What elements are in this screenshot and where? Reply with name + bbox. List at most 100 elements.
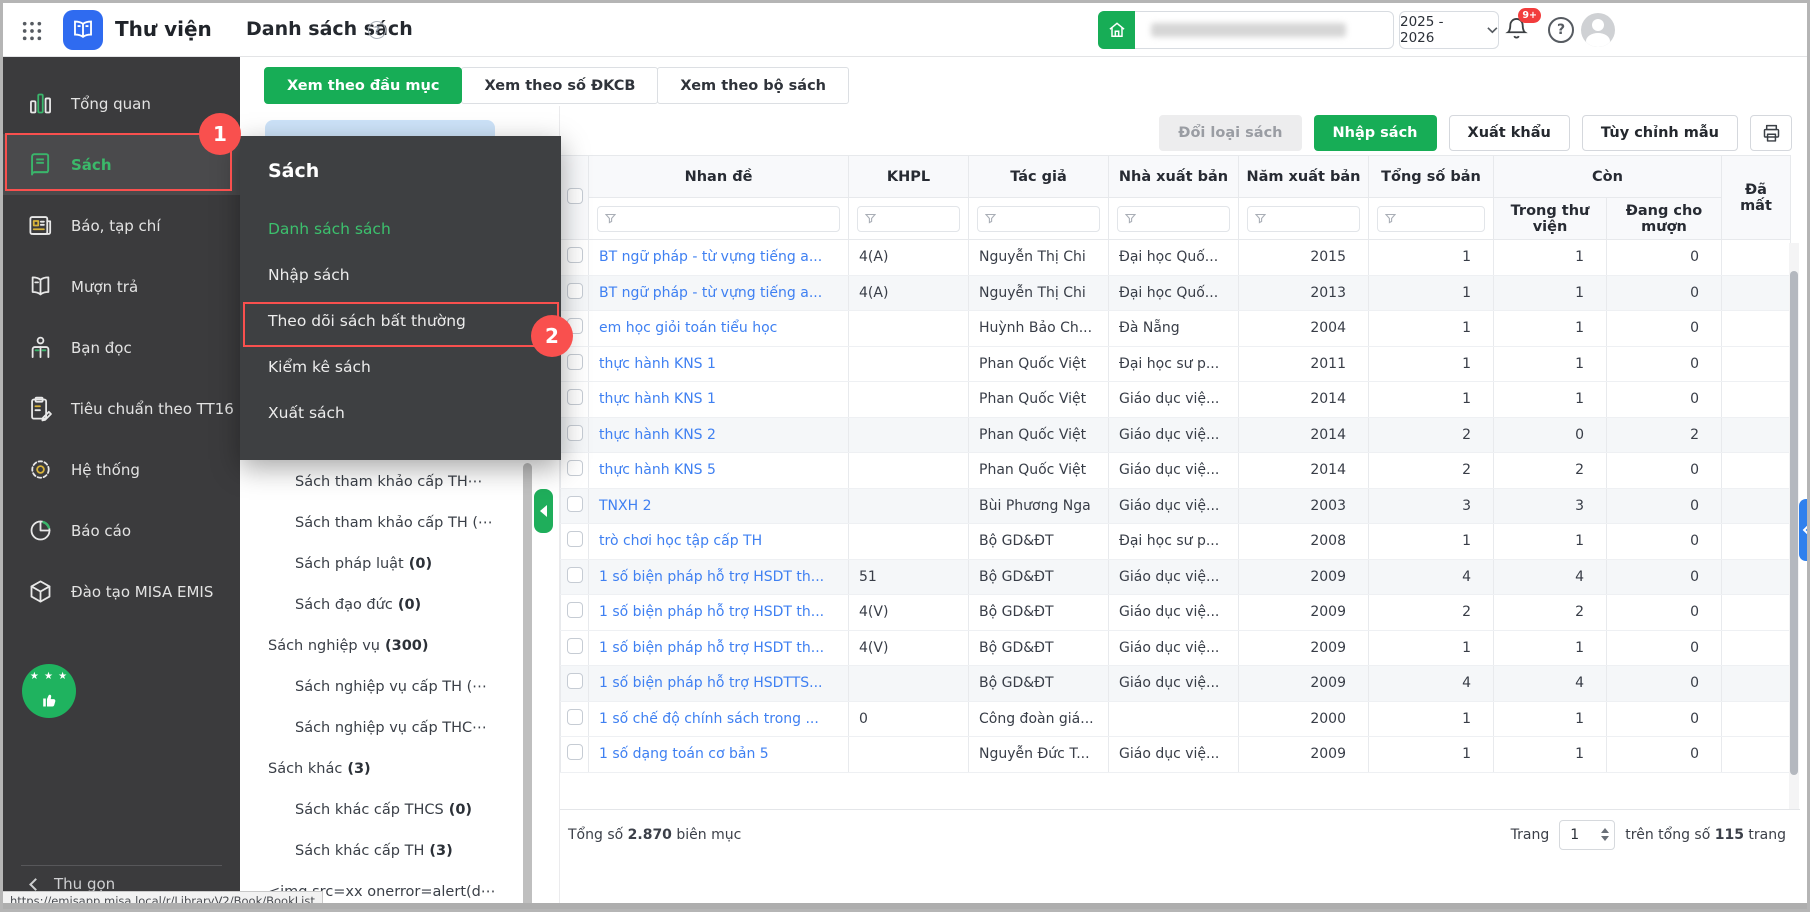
filter-input-year[interactable]	[1247, 205, 1360, 232]
tree-item-sach-khac[interactable]: Sách khác (3)	[240, 748, 545, 789]
book-title-link[interactable]: thực hành KNS 2	[599, 427, 716, 443]
xuat-khau-button[interactable]: Xuất khẩu	[1448, 115, 1570, 151]
tab-dau-muc[interactable]: Xem theo đầu mục	[264, 67, 463, 104]
tree-scrollbar[interactable]	[523, 463, 532, 909]
tree-collapse-handle[interactable]	[534, 489, 553, 533]
library-app-logo-icon[interactable]	[63, 10, 103, 50]
tree-item-nv-cap-th[interactable]: Sách nghiệp vụ cấp TH (⋯	[240, 666, 545, 707]
book-title-link[interactable]: TNXH 2	[599, 498, 652, 514]
book-title-link[interactable]: 1 số biện pháp hỗ trợ HSDT th...	[599, 604, 824, 620]
filter-input-author[interactable]	[977, 205, 1100, 232]
column-header-total[interactable]: Tổng số bản	[1368, 155, 1494, 198]
sidebar-item-ban-doc[interactable]: Bạn đọc	[3, 317, 240, 378]
tree-item-nghiep-vu[interactable]: Sách nghiệp vụ (300)	[240, 625, 545, 666]
popup-item-nhap-sach[interactable]: Nhập sách	[240, 252, 561, 298]
funnel-icon	[985, 213, 996, 224]
book-title-link[interactable]: BT ngữ pháp - từ vựng tiếng a...	[599, 249, 822, 265]
school-selector[interactable]	[1098, 10, 1394, 49]
step-up-icon[interactable]	[1601, 828, 1610, 833]
tree-item-nv-cap-thc[interactable]: Sách nghiệp vụ cấp THC⋯	[240, 707, 545, 748]
author-cell: Phan Quốc Việt	[968, 346, 1109, 382]
row-select-cell	[560, 381, 589, 418]
notifications-bell-icon[interactable]: 9+	[1503, 8, 1541, 45]
row-checkbox[interactable]	[566, 602, 583, 619]
book-title-link[interactable]: 1 số dạng toán cơ bản 5	[599, 746, 769, 762]
column-header-khpl[interactable]: KHPL	[848, 155, 969, 198]
help-icon[interactable]: ?	[1548, 17, 1574, 43]
book-title-link[interactable]: 1 số chế độ chính sách trong ...	[599, 711, 819, 727]
column-header-in-library[interactable]: Trong thư viện	[1493, 197, 1607, 240]
sidebar-item-dao-tao[interactable]: Đào tạo MISA EMIS	[3, 561, 240, 622]
row-checkbox[interactable]	[566, 353, 583, 370]
tuy-chinh-mau-button[interactable]: Tùy chỉnh mẫu	[1581, 115, 1738, 151]
row-checkbox[interactable]	[566, 531, 583, 548]
table-scrollbar[interactable]	[1789, 243, 1799, 809]
sidebar-item-bao-cao[interactable]: Báo cáo	[3, 500, 240, 561]
tree-item-dao-duc[interactable]: Sách đạo đức (0)	[240, 584, 545, 625]
row-checkbox[interactable]	[566, 673, 583, 690]
user-avatar[interactable]	[1581, 13, 1615, 47]
book-title-link[interactable]: 1 số biện pháp hỗ trợ HSDT th...	[599, 569, 824, 585]
school-name-redacted	[1151, 23, 1346, 37]
sidebar-item-tieu-chuan-tt16[interactable]: Tiêu chuẩn theo TT16	[3, 378, 240, 439]
school-year-dropdown[interactable]: 2025 - 2026	[1399, 11, 1499, 49]
row-checkbox[interactable]	[566, 282, 583, 299]
row-checkbox[interactable]	[566, 744, 583, 761]
row-checkbox[interactable]	[566, 460, 583, 477]
tab-so-dkcb[interactable]: Xem theo số ĐKCB	[461, 67, 659, 104]
step-down-icon[interactable]	[1601, 836, 1610, 841]
sidebar-item-he-thong[interactable]: Hệ thống	[3, 439, 240, 500]
column-header-borrowing[interactable]: Đang cho mượn	[1606, 197, 1722, 240]
sidebar-item-bao-tap-chi[interactable]: Báo, tạp chí	[3, 195, 240, 256]
right-panel-collapse-handle[interactable]	[1799, 499, 1807, 561]
tab-bo-sach[interactable]: Xem theo bộ sách	[657, 67, 850, 104]
select-all-checkbox[interactable]	[566, 187, 583, 204]
table-scrollbar-thumb[interactable]	[1790, 271, 1798, 775]
tree-item-phap-luat[interactable]: Sách pháp luật (0)	[240, 543, 545, 584]
column-header-author[interactable]: Tác giả	[968, 155, 1109, 198]
popup-item-kiem-ke-sach[interactable]: Kiểm kê sách	[240, 344, 561, 390]
popup-item-xuat-sach[interactable]: Xuất sách	[240, 390, 561, 436]
tree-item-stk-th-1[interactable]: Sách tham khảo cấp TH⋯	[240, 461, 545, 502]
column-header-year[interactable]: Năm xuất bản	[1238, 155, 1369, 198]
filter-input-khpl[interactable]	[857, 205, 960, 232]
page-number-input[interactable]	[1560, 826, 1591, 843]
column-header-publisher[interactable]: Nhà xuất bản	[1108, 155, 1239, 198]
column-header-lost[interactable]: Đã mất	[1721, 155, 1791, 240]
title-cell: 1 số chế độ chính sách trong ...	[588, 701, 849, 737]
popup-item-theo-doi-sach-bat-thuong[interactable]: Theo dõi sách bất thường	[240, 298, 561, 344]
book-title-link[interactable]: thực hành KNS 1	[599, 391, 716, 407]
nhap-sach-button[interactable]: Nhập sách	[1313, 115, 1437, 151]
tree-item-stk-th-2[interactable]: Sách tham khảo cấp TH (⋯	[240, 502, 545, 543]
row-checkbox[interactable]	[566, 424, 583, 441]
page-help-icon[interactable]: ?	[368, 21, 386, 39]
book-title-link[interactable]: 1 số biện pháp hỗ trợ HSDT th...	[599, 640, 824, 656]
row-checkbox[interactable]	[566, 708, 583, 725]
row-checkbox[interactable]	[566, 566, 583, 583]
doi-loai-sach-button[interactable]: Đổi loại sách	[1159, 115, 1302, 151]
filter-input-publisher[interactable]	[1117, 205, 1230, 232]
column-header-title[interactable]: Nhan đề	[588, 155, 849, 198]
sidebar-item-muon-tra[interactable]: Mượn trả	[3, 256, 240, 317]
book-title-link[interactable]: thực hành KNS 1	[599, 356, 716, 372]
book-title-link[interactable]: 1 số biện pháp hỗ trợ HSDTTS...	[599, 675, 823, 691]
row-checkbox[interactable]	[566, 637, 583, 654]
page-stepper[interactable]	[1601, 828, 1610, 841]
home-icon[interactable]	[1098, 10, 1135, 49]
book-title-link[interactable]: em học giỏi toán tiểu học	[599, 320, 777, 336]
filter-input-title[interactable]	[597, 205, 840, 232]
author-cell: Công đoàn giá...	[968, 701, 1109, 737]
tree-item-khac-th[interactable]: Sách khác cấp TH (3)	[240, 830, 545, 871]
book-title-link[interactable]: thực hành KNS 5	[599, 462, 716, 478]
filter-input-total[interactable]	[1377, 205, 1485, 232]
feedback-promo-button[interactable]: ★ ★ ★	[22, 664, 76, 718]
row-checkbox[interactable]	[566, 495, 583, 512]
book-title-link[interactable]: BT ngữ pháp - từ vựng tiếng a...	[599, 285, 822, 301]
book-title-link[interactable]: trò chơi học tập cấp TH	[599, 533, 762, 549]
printer-button[interactable]	[1750, 115, 1792, 151]
popup-item-danh-sach-sach[interactable]: Danh sách sách	[240, 206, 561, 252]
app-grid-icon[interactable]	[21, 20, 43, 42]
row-checkbox[interactable]	[566, 247, 583, 264]
row-checkbox[interactable]	[566, 389, 583, 406]
tree-item-khac-thcs[interactable]: Sách khác cấp THCS (0)	[240, 789, 545, 830]
